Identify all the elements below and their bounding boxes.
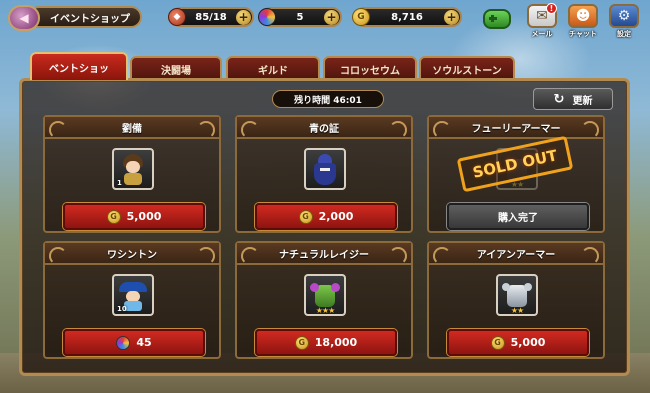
item-stars: ★★: [510, 306, 524, 315]
chat-face-icon: ☻: [568, 4, 598, 28]
rainbow-orb-icon: [258, 8, 276, 26]
mail-label: メール: [531, 30, 553, 38]
gold-counter: G 8,716 +: [352, 7, 462, 27]
shop-item-card[interactable]: ナチュラルレイジー ★★★ G 18,000: [235, 241, 413, 359]
rainbow-orb-icon: [116, 335, 131, 350]
shop-title: イベントショップ: [28, 6, 142, 28]
tab-colosseum[interactable]: コロッセウム: [323, 56, 417, 80]
item-icon[interactable]: 1: [112, 148, 154, 190]
gold-coin-icon: G: [490, 335, 505, 350]
price-label: 5,000: [510, 336, 546, 349]
stamina-counter: ◆ 85/18 +: [168, 7, 254, 27]
tab-arena[interactable]: 決闘場: [130, 56, 222, 80]
gem-counter: 5 +: [258, 7, 342, 27]
item-level: 1: [117, 179, 122, 187]
add-gold-button[interactable]: +: [444, 9, 459, 25]
buy-button[interactable]: 45: [63, 329, 205, 356]
back-arrow-icon: ◀: [19, 11, 29, 25]
game-controller-icon[interactable]: [483, 9, 511, 29]
buy-button[interactable]: G 5,000: [63, 203, 205, 230]
tab-soulstone[interactable]: ソウルストーン: [419, 56, 515, 80]
gold-value: 8,716: [391, 11, 423, 23]
tab-guild[interactable]: ギルド: [226, 56, 320, 80]
back-button[interactable]: ◀: [8, 5, 40, 31]
gold-coin-icon: G: [294, 335, 309, 350]
shop-item-card[interactable]: 劉備 1 G 5,000: [43, 115, 221, 233]
shop-item-card[interactable]: 青の証 G 2,000: [235, 115, 413, 233]
shop-panel: 残り時間 46:01 ↻ 更新 劉備 1 G 5,000 青の証 G 2,000…: [19, 78, 630, 376]
blue-robe-icon: [312, 152, 338, 186]
envelope-icon: ✉ !: [527, 3, 557, 28]
refresh-icon: ↻: [553, 91, 565, 107]
item-stars: ★★★: [315, 306, 336, 315]
stamina-value: 85/18: [195, 11, 227, 23]
chat-label: チャット: [569, 30, 597, 38]
item-name: 劉備: [45, 117, 219, 139]
item-name: ナチュラルレイジー: [237, 243, 411, 265]
gold-coin-icon: G: [352, 8, 370, 26]
add-stamina-button[interactable]: +: [236, 9, 251, 25]
item-icon[interactable]: [304, 148, 346, 190]
buy-button[interactable]: G 18,000: [255, 329, 397, 356]
item-icon[interactable]: ★★: [496, 274, 538, 316]
price-label: 18,000: [314, 336, 358, 349]
refresh-label: 更新: [572, 95, 593, 107]
gold-coin-icon: G: [106, 209, 121, 224]
gear-icon: ⚙: [609, 4, 639, 28]
price-label: 購入完了: [498, 213, 538, 224]
chat-button[interactable]: ☻ チャット: [567, 4, 599, 38]
purchased-button: 購入完了: [447, 203, 589, 230]
tab-event-shop[interactable]: ベントショッ: [30, 52, 128, 80]
price-label: 2,000: [318, 210, 354, 223]
item-name: 青の証: [237, 117, 411, 139]
price-label: 5,000: [126, 210, 162, 223]
mail-alert-badge: !: [546, 3, 557, 14]
shop-item-card[interactable]: アイアンアーマー ★★ G 5,000: [427, 241, 605, 359]
item-icon[interactable]: ★★★: [304, 274, 346, 316]
item-name: アイアンアーマー: [429, 243, 603, 265]
add-gems-button[interactable]: +: [324, 9, 339, 25]
gold-coin-icon: G: [298, 209, 313, 224]
gem-value: 5: [296, 11, 304, 23]
mail-button[interactable]: ✉ ! メール: [526, 3, 558, 38]
item-level: 10: [117, 305, 127, 313]
price-label: 45: [136, 336, 152, 349]
shop-item-card[interactable]: ワシントン 10 45: [43, 241, 221, 359]
settings-button[interactable]: ⚙ 設定: [608, 4, 640, 38]
hero-portrait-icon: [118, 152, 148, 186]
shop-item-card[interactable]: フューリーアーマー ★★ SOLD OUT 購入完了: [427, 115, 605, 233]
item-name: フューリーアーマー: [429, 117, 603, 139]
item-name: ワシントン: [45, 243, 219, 265]
remaining-time: 残り時間 46:01: [272, 90, 384, 108]
item-icon[interactable]: 10: [112, 274, 154, 316]
settings-label: 設定: [617, 30, 631, 38]
buy-button[interactable]: G 2,000: [255, 203, 397, 230]
top-bar: ◀ イベントショップ ◆ 85/18 + 5 + G 8,716 + ✉ ! メ…: [0, 0, 650, 40]
refresh-button[interactable]: ↻ 更新: [533, 88, 613, 110]
meat-icon: ◆: [168, 8, 186, 26]
buy-button[interactable]: G 5,000: [447, 329, 589, 356]
